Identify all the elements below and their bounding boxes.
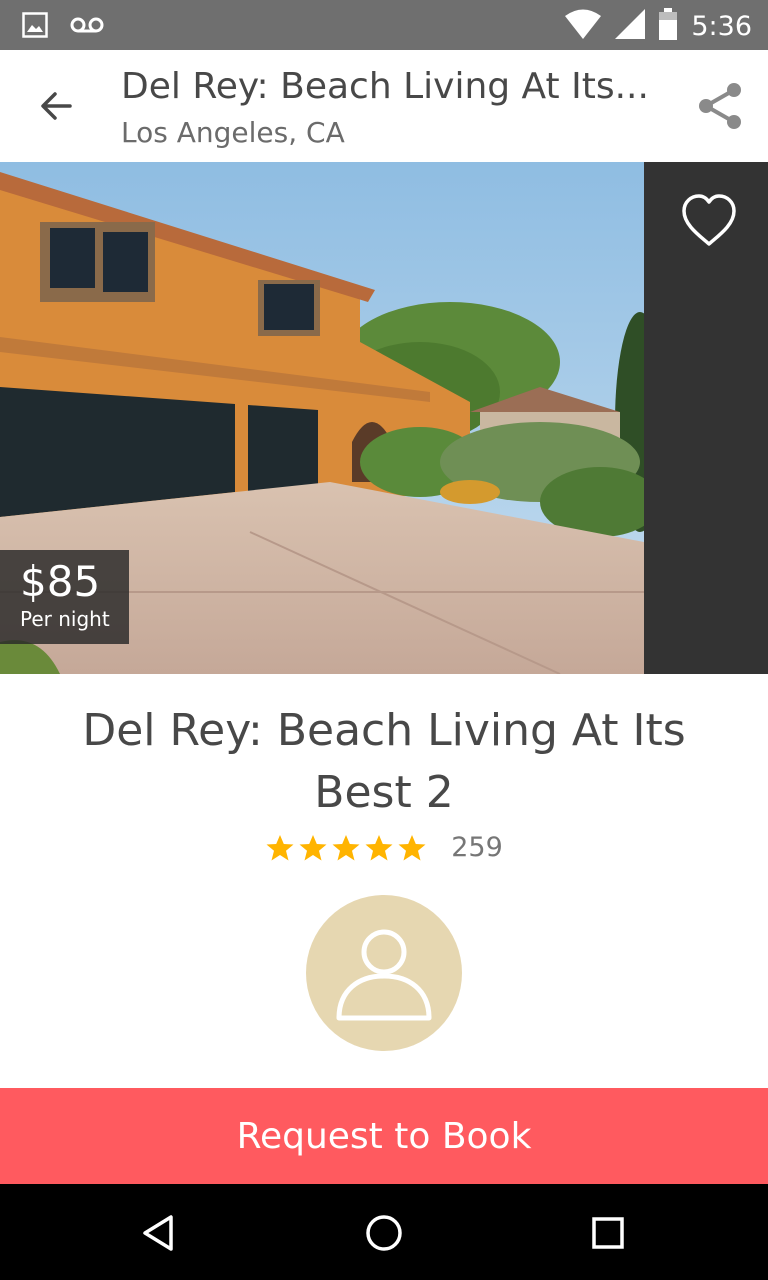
status-time: 5:36 <box>691 10 752 42</box>
listing-title: Del Rey: Beach Living At Its Best 2 <box>82 705 686 818</box>
back-triangle-icon <box>143 1215 173 1251</box>
host-avatar[interactable] <box>306 895 462 1051</box>
person-icon <box>336 929 432 1021</box>
home-circle-icon <box>366 1215 402 1251</box>
cell-signal-icon <box>615 9 646 43</box>
wifi-icon <box>565 9 602 43</box>
nav-back-button[interactable] <box>134 1208 184 1258</box>
voicemail-icon <box>70 15 104 39</box>
arrow-left-icon <box>41 92 72 120</box>
star-icon <box>266 834 294 860</box>
price-unit: Per night <box>20 607 110 631</box>
listing-photo-carousel[interactable]: $85 Per night <box>0 162 768 674</box>
toolbar-title: Del Rey: Beach Living At Its... <box>121 66 649 107</box>
favorite-button[interactable] <box>680 192 738 250</box>
battery-icon <box>659 8 678 44</box>
recents-square-icon <box>592 1217 624 1249</box>
nav-home-button[interactable] <box>359 1208 409 1258</box>
star-icon <box>299 834 327 860</box>
price-amount: $85 <box>20 557 101 606</box>
nav-recents-button[interactable] <box>583 1208 633 1258</box>
status-bar: 5:36 <box>0 0 768 50</box>
back-button[interactable] <box>30 80 82 132</box>
share-icon <box>699 83 741 129</box>
system-navigation-bar <box>0 1184 768 1280</box>
heart-outline-icon <box>682 194 736 246</box>
star-rating <box>265 833 427 863</box>
price-badge: $85 Per night <box>0 550 129 644</box>
toolbar-subtitle: Los Angeles, CA <box>121 116 345 149</box>
review-count: 259 <box>451 832 503 863</box>
image-notification-icon <box>22 12 48 42</box>
app-toolbar: Del Rey: Beach Living At Its... Los Ange… <box>0 50 768 162</box>
rating-row[interactable]: 259 <box>0 832 768 863</box>
request-to-book-button[interactable]: Request to Book <box>0 1088 768 1184</box>
share-button[interactable] <box>694 80 746 132</box>
star-icon <box>332 834 360 860</box>
star-icon <box>398 834 426 860</box>
star-icon <box>365 834 393 860</box>
